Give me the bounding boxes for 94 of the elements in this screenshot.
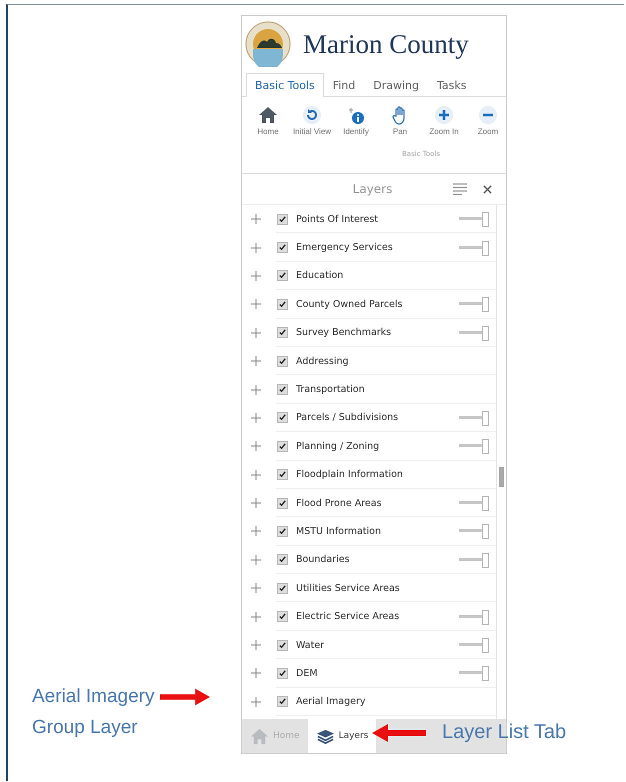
- layer-name: Water: [296, 640, 326, 651]
- scrollbar-thumb[interactable]: [499, 467, 504, 487]
- annotation-text: Layer List Tab: [442, 721, 566, 744]
- ribbon-tab[interactable]: Basic Tools: [246, 73, 324, 97]
- layer-name: DEM: [296, 668, 319, 679]
- pointer-arrow-icon: [160, 688, 210, 706]
- opacity-slider[interactable]: [459, 410, 489, 425]
- expand-icon[interactable]: [251, 270, 261, 281]
- opacity-slider[interactable]: [459, 297, 489, 312]
- layer-checkbox[interactable]: [277, 298, 288, 310]
- panel-title: Layers: [352, 182, 394, 196]
- expand-icon[interactable]: [251, 214, 261, 224]
- opacity-slider[interactable]: [459, 666, 489, 680]
- opacity-slider[interactable]: [459, 524, 489, 538]
- identify-tool[interactable]: Identify: [334, 105, 378, 136]
- opacity-slider[interactable]: [459, 240, 489, 255]
- layer-name: Emergency Services: [296, 242, 394, 254]
- zoom-in-icon: [434, 105, 454, 125]
- zoom-out-icon: [478, 105, 498, 125]
- layer-checkbox[interactable]: [277, 582, 288, 594]
- layer-name: County Owned Parcels: [296, 298, 404, 310]
- layer-checkbox[interactable]: [277, 214, 288, 225]
- expand-icon[interactable]: [251, 441, 261, 452]
- layer-name: Floodplain Information: [296, 469, 404, 480]
- ribbon-tab[interactable]: Find: [324, 73, 364, 96]
- expand-icon[interactable]: [251, 554, 261, 565]
- layer-checkbox[interactable]: [277, 356, 288, 367]
- pan-tool[interactable]: Pan: [378, 105, 422, 136]
- layer-name: Electric Service Areas: [296, 611, 400, 622]
- layer-name: Transportation: [296, 384, 366, 396]
- layer-name: Boundaries: [296, 554, 351, 566]
- layer-name: Utilities Service Areas: [296, 582, 401, 594]
- expand-icon[interactable]: [251, 668, 261, 678]
- pointer-arrow-icon: [372, 724, 426, 742]
- annotation-text: Aerial Imagery: [32, 685, 154, 709]
- home-icon: [258, 105, 278, 125]
- expand-icon[interactable]: [251, 356, 261, 366]
- layer-checkbox[interactable]: [277, 498, 288, 509]
- home-icon: [250, 726, 269, 746]
- layer-checkbox[interactable]: [277, 668, 288, 679]
- zoom-out-tool[interactable]: Zoom: [466, 105, 506, 136]
- expand-icon[interactable]: [251, 526, 261, 536]
- expand-icon[interactable]: [251, 328, 261, 338]
- ribbon-tab[interactable]: Drawing: [364, 73, 428, 96]
- expand-icon[interactable]: [251, 498, 261, 508]
- opacity-slider[interactable]: [459, 638, 489, 652]
- info-icon: [346, 105, 366, 125]
- layer-name: MSTU Information: [296, 526, 382, 537]
- opacity-slider[interactable]: [459, 496, 489, 510]
- opacity-slider[interactable]: [459, 610, 489, 624]
- layer-checkbox[interactable]: [277, 242, 288, 254]
- expand-icon[interactable]: [251, 470, 261, 480]
- layer-checkbox[interactable]: [277, 440, 288, 452]
- zoom-in-tool[interactable]: Zoom In: [422, 105, 466, 136]
- layer-name: Planning / Zoning: [296, 440, 380, 452]
- county-title: Marion County: [303, 28, 469, 60]
- expand-icon[interactable]: [251, 242, 261, 253]
- layer-name: Flood Prone Areas: [296, 498, 383, 509]
- layer-checkbox[interactable]: [277, 270, 288, 282]
- expand-icon[interactable]: [251, 640, 261, 650]
- layer-checkbox[interactable]: [277, 554, 288, 566]
- home-tool[interactable]: Home: [246, 105, 290, 136]
- layer-name: Addressing: [296, 356, 350, 367]
- layer-checkbox[interactable]: [277, 696, 288, 708]
- layer-name: Survey Benchmarks: [296, 327, 392, 338]
- layer-name: Education: [296, 270, 344, 282]
- layer-name: Aerial Imagery: [296, 696, 366, 708]
- annotation-text: Group Layer: [32, 716, 139, 740]
- close-icon[interactable]: [483, 184, 492, 194]
- menu-icon[interactable]: [453, 183, 467, 195]
- layer-checkbox[interactable]: [277, 412, 288, 424]
- layer-checkbox[interactable]: [277, 526, 288, 537]
- layer-checkbox[interactable]: [277, 469, 288, 480]
- layer-checkbox[interactable]: [277, 327, 288, 338]
- layer-checkbox[interactable]: [277, 640, 288, 651]
- county-seal-logo: [245, 21, 291, 67]
- layer-name: Parcels / Subdivisions: [296, 412, 400, 424]
- expand-icon[interactable]: [251, 583, 261, 594]
- opacity-slider[interactable]: [459, 326, 489, 340]
- refresh-icon: [302, 105, 322, 125]
- ribbon-tab[interactable]: Tasks: [428, 73, 476, 96]
- layer-checkbox[interactable]: [277, 611, 288, 622]
- opacity-slider[interactable]: [459, 439, 489, 454]
- panel-tab[interactable]: Layers: [308, 719, 376, 753]
- expand-icon[interactable]: [251, 696, 261, 707]
- expand-icon[interactable]: [251, 384, 261, 395]
- expand-icon[interactable]: [251, 299, 261, 310]
- opacity-slider[interactable]: [459, 552, 489, 567]
- expand-icon[interactable]: [251, 612, 261, 622]
- expand-icon[interactable]: [251, 412, 261, 423]
- layer-name: Points Of Interest: [296, 214, 380, 225]
- initial-view-tool[interactable]: Initial View: [290, 105, 334, 136]
- opacity-slider[interactable]: [459, 212, 489, 226]
- layer-checkbox[interactable]: [277, 384, 288, 396]
